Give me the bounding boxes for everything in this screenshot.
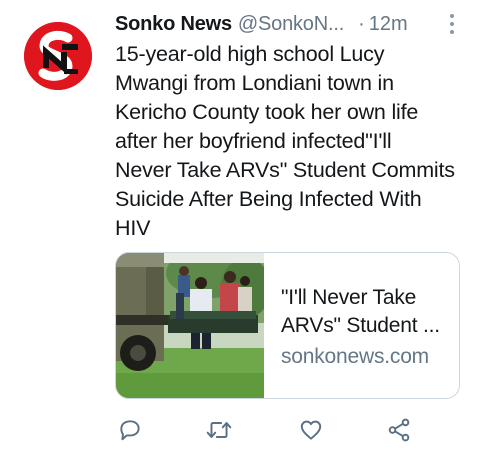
link-card-title[interactable]: "I'll Never Take ARVs" Student ... bbox=[281, 284, 456, 340]
link-card[interactable]: "I'll Never Take ARVs" Student ... sonko… bbox=[115, 252, 460, 399]
more-options-icon[interactable] bbox=[442, 12, 462, 36]
link-card-title-line: "I'll Never Take bbox=[281, 286, 417, 309]
tweet-text-line: 15-year-old high school Lucy bbox=[115, 42, 385, 66]
tweet-text-line: Never Take ARVs" Student Commits bbox=[115, 158, 455, 182]
retweet-icon bbox=[206, 422, 232, 438]
tweet-text: 15-year-old high school Lucy Mwangi from… bbox=[115, 40, 475, 243]
tweet-actions bbox=[0, 415, 480, 447]
tweet-text-line: after her boyfriend infected"I'll bbox=[115, 129, 392, 153]
tweet-text-line: Mwangi from Londiani town in bbox=[115, 71, 394, 95]
tweet-header: Sonko News @SonkoN... · 12m bbox=[115, 9, 465, 39]
reply-button[interactable] bbox=[115, 415, 145, 445]
tweet-text-line: Suicide After Being Infected With bbox=[115, 187, 422, 211]
author-handle[interactable]: @SonkoN... bbox=[238, 13, 344, 36]
tweet-text-line: HIV bbox=[115, 216, 151, 240]
like-button[interactable] bbox=[296, 415, 326, 445]
separator-dot: · bbox=[358, 12, 365, 35]
link-card-image bbox=[116, 253, 264, 398]
author-name[interactable]: Sonko News bbox=[115, 13, 232, 36]
sonko-news-logo bbox=[24, 22, 92, 90]
avatar[interactable] bbox=[24, 22, 92, 90]
tweet-text-line: Kericho County took her own life bbox=[115, 100, 419, 124]
tweet[interactable]: Sonko News @SonkoN... · 12m 15-year-old … bbox=[0, 0, 480, 456]
reply-icon bbox=[120, 420, 140, 441]
share-icon bbox=[388, 418, 410, 442]
link-card-domain: sonkonews.com bbox=[281, 345, 429, 368]
share-button[interactable] bbox=[384, 415, 414, 445]
heart-icon bbox=[300, 420, 322, 440]
tweet-timestamp[interactable]: 12m bbox=[369, 13, 408, 36]
link-card-title-line: ARVs" Student ... bbox=[281, 314, 440, 337]
retweet-button[interactable] bbox=[204, 415, 234, 445]
